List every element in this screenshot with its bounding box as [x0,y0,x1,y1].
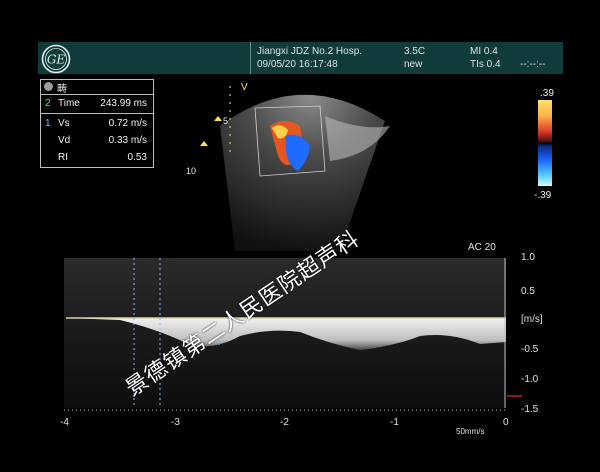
gain-readout: AC 20 [468,242,496,253]
probe-frequency: 3.5C [404,46,426,57]
x-tick: -2 [280,417,289,428]
color-scale-top: .39 [540,88,554,99]
y-tick: 1.0 [521,252,535,263]
x-tick: 0 [503,417,509,428]
measurement-divider [41,113,153,114]
header-divider [250,42,251,74]
color-scale-bar [538,100,552,186]
timer-readout: --:--:-- [520,59,546,70]
y-tick: -1.5 [521,404,539,415]
focus-marker-icon [200,141,208,146]
ultrasound-image[interactable]: V 5 10 [160,76,420,251]
depth-mark-5: 5 [223,116,228,126]
x-tick: -1 [390,417,399,428]
measurement-panel: 畴 2 Time 243.99 ms 1 Vs 0.72 m/s Vd 0.33… [40,79,154,168]
exam-datetime: 09/05/20 16:17:48 [257,59,338,70]
sweep-speed: 50mm/s [456,427,485,436]
hospital-name: Jiangxi JDZ No.2 Hosp. [257,46,363,57]
x-tick: -4 [60,417,69,428]
depth-mark-10: 10 [186,166,196,176]
y-tick: -1.0 [521,374,539,385]
y-tick: 0.5 [521,286,535,297]
y-tick: -0.5 [521,344,539,355]
svg-text:GE: GE [47,53,66,67]
preset-name: new [404,59,423,70]
y-unit-label: [m/s] [521,314,543,325]
x-tick: -3 [171,417,180,428]
color-scale-bottom: -.39 [534,190,552,201]
measurement-header: 畴 [41,80,153,95]
thermal-index: TIs 0.4 [470,59,501,70]
record-dot-icon [44,82,53,91]
focus-marker-icon [214,116,222,121]
v-marker: V [241,82,248,93]
measurement-header-label: 畴 [57,84,67,95]
mechanical-index: MI 0.4 [470,46,498,57]
ge-logo-icon: GE [41,44,71,74]
